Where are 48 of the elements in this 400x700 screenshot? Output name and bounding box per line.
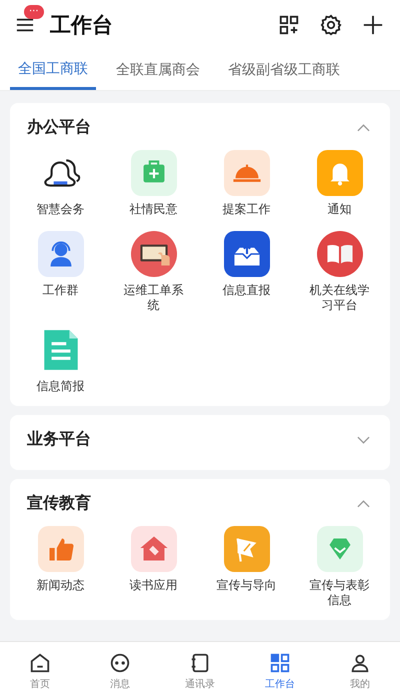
app-label[interactable]: 社情民意	[122, 202, 184, 217]
app-label[interactable]: 提案工作	[216, 202, 278, 217]
house-icon[interactable]	[130, 526, 176, 572]
nav-tab[interactable]: 我的	[320, 642, 400, 700]
headset-person-icon[interactable]	[38, 231, 84, 277]
section-title: 办公平台	[27, 117, 91, 138]
gem-icon[interactable]	[316, 526, 362, 572]
tablet-touch-icon[interactable]	[130, 231, 176, 277]
collapse-chevron-icon[interactable]	[357, 124, 370, 132]
nav-tab[interactable]: 首页	[0, 642, 80, 700]
medical-kit-icon[interactable]	[130, 150, 176, 196]
grid-icon	[269, 652, 291, 674]
section-title: 宣传教育	[27, 493, 91, 514]
app-label[interactable]: 宣传与表彰信息	[308, 578, 370, 608]
home-icon	[29, 652, 51, 674]
app-label[interactable]: 智慧会务	[30, 202, 92, 217]
app-label[interactable]: 读书应用	[122, 578, 184, 593]
app-label[interactable]: 信息简报	[30, 379, 92, 394]
chat-icon	[109, 652, 131, 674]
bell-icon[interactable]	[316, 150, 362, 196]
tab[interactable]: 省级副省级工商联	[220, 50, 348, 90]
page-title: 工作台	[50, 12, 114, 39]
collapse-chevron-icon[interactable]	[357, 500, 370, 508]
app-label[interactable]: 宣传与导向	[216, 578, 278, 593]
nav-tab[interactable]: 消息	[80, 642, 160, 700]
app-label[interactable]: 信息直报	[216, 283, 278, 298]
qr-add-icon[interactable]	[278, 14, 300, 36]
upload-tray-icon[interactable]	[224, 231, 270, 277]
expand-chevron-icon[interactable]	[357, 436, 370, 444]
nav-tab[interactable]: 工作台	[240, 642, 320, 700]
app-label[interactable]: 运维工单系统	[122, 283, 184, 313]
flag-icon[interactable]	[224, 526, 270, 572]
open-book-icon[interactable]	[316, 231, 362, 277]
thumbs-up-icon[interactable]	[38, 526, 84, 572]
tab[interactable]: 全国工商联	[10, 50, 96, 90]
app-label[interactable]: 通知	[308, 202, 370, 217]
contacts-icon	[189, 652, 211, 674]
menu-icon[interactable]	[16, 17, 34, 33]
nav-tab[interactable]: 通讯录	[160, 642, 240, 700]
app-label[interactable]: 机关在线学习平台	[308, 283, 370, 313]
notification-badge: ···	[24, 5, 44, 19]
section-title: 业务平台	[27, 429, 91, 450]
tab[interactable]: 全联直属商会	[108, 50, 208, 90]
app-label[interactable]: 新闻动态	[30, 578, 92, 593]
serving-dish-icon[interactable]	[224, 150, 270, 196]
app-label[interactable]: 工作群	[30, 283, 92, 298]
settings-icon[interactable]	[320, 14, 342, 36]
add-icon[interactable]	[362, 14, 384, 36]
